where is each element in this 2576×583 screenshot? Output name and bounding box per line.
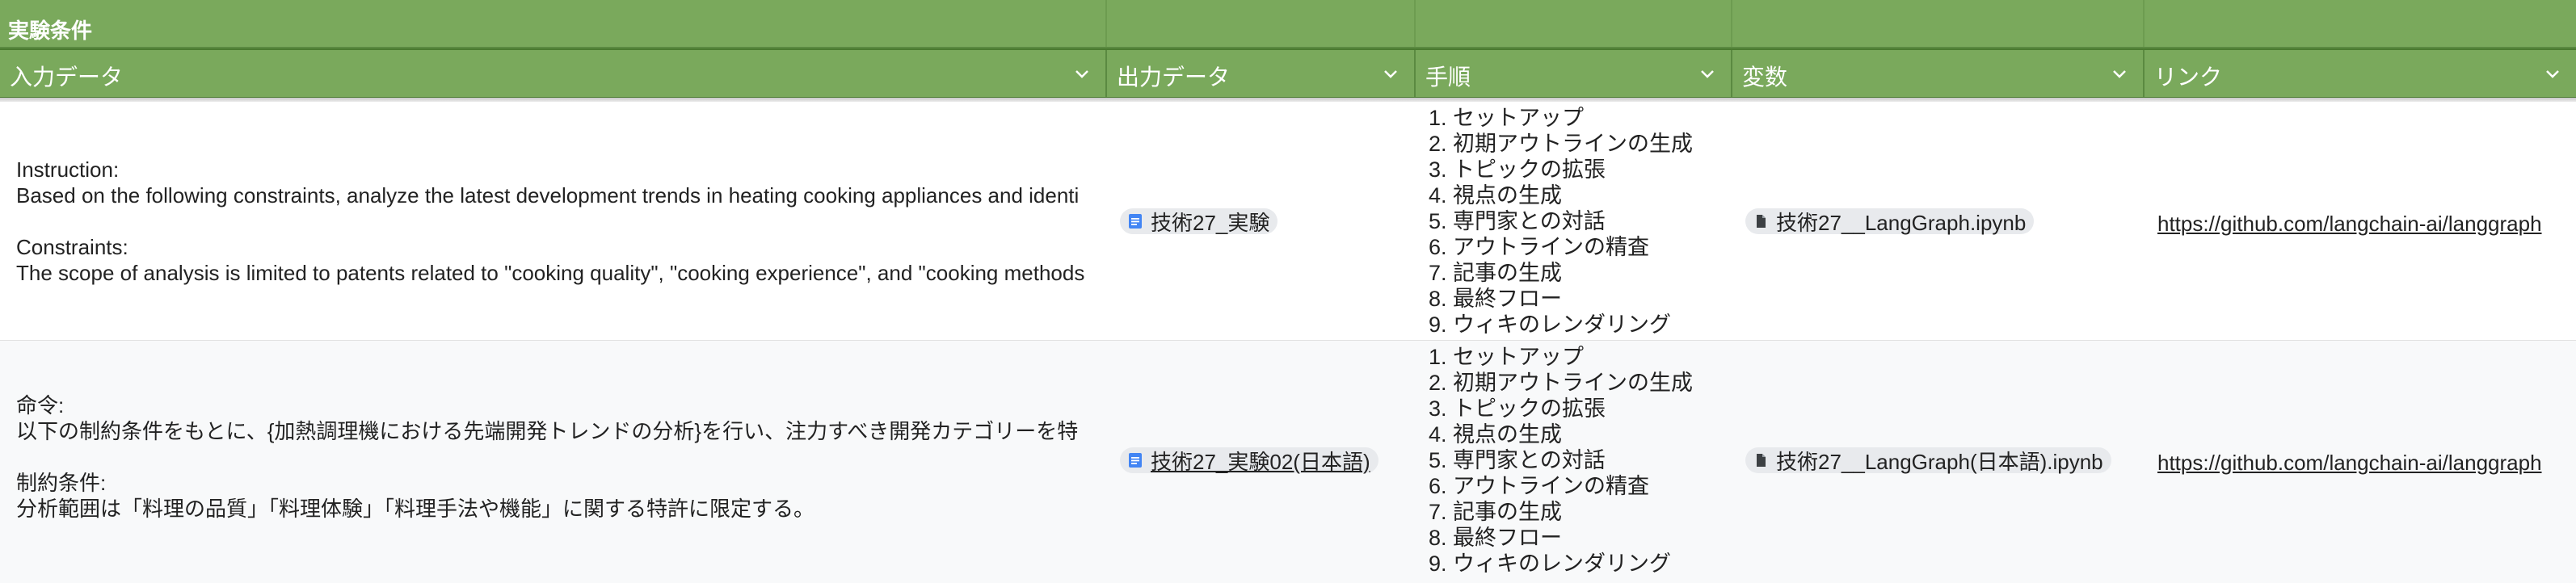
file-icon [1757, 454, 1766, 467]
steps-list: 1. セットアップ 2. 初期アウトラインの生成 3. トピックの拡張 4. 視… [1429, 344, 1693, 577]
steps-list: 1. セットアップ 2. 初期アウトラインの生成 3. トピックの拡張 4. 視… [1429, 105, 1693, 338]
header-label: 変数 [1742, 65, 1788, 90]
header-link[interactable]: リンク [2145, 50, 2576, 97]
variables-file-chip[interactable]: 技術27__LangGraph(日本語).ipynb [1745, 447, 2111, 474]
header-steps[interactable]: 手順 [1416, 50, 1732, 97]
step-item: 7. 記事の生成 [1429, 261, 1563, 285]
table-row: Instruction: Based on the following cons… [0, 102, 2576, 341]
step-item: 5. 専門家との対話 [1429, 209, 1606, 233]
chevron-down-icon[interactable] [2544, 65, 2561, 82]
step-item: 2. 初期アウトラインの生成 [1429, 371, 1694, 395]
step-item: 8. 最終フロー [1429, 287, 1563, 311]
link-cell[interactable]: https://github.com/langchain-ai/langgrap… [2145, 341, 2576, 583]
chevron-down-icon[interactable] [1073, 65, 1091, 82]
step-item: 5. 専門家との対話 [1429, 448, 1606, 472]
file-icon [1757, 215, 1766, 228]
steps-cell[interactable]: 1. セットアップ 2. 初期アウトラインの生成 3. トピックの拡張 4. 視… [1416, 102, 1731, 340]
spreadsheet: 実験条件 入力データ 出力データ 手順 変数 リンク Instruction: … [0, 0, 2576, 583]
step-item: 9. ウィキのレンダリング [1429, 312, 1672, 337]
header-label: 出力データ [1117, 65, 1231, 90]
step-item: 6. アウトラインの精査 [1429, 235, 1650, 259]
chevron-down-icon[interactable] [2111, 65, 2128, 82]
chip-label: 技術27_実験02(日本語) [1151, 449, 1370, 474]
output-file-chip[interactable]: 技術27_実験 [1120, 208, 1278, 235]
step-item: 7. 記事の生成 [1429, 500, 1563, 524]
variables-cell[interactable]: 技術27__LangGraph(日本語).ipynb [1732, 341, 2143, 583]
github-link[interactable]: https://github.com/langchain-ai/langgrap… [2157, 212, 2542, 237]
chip-label: 技術27_実験 [1151, 210, 1270, 235]
output-data-cell[interactable]: 技術27_実験02(日本語) [1107, 341, 1414, 583]
table-title: 実験条件 [8, 19, 93, 43]
title-cell[interactable]: 実験条件 [0, 0, 1107, 47]
title-cell-empty[interactable] [1732, 0, 2145, 47]
title-row: 実験条件 [0, 0, 2576, 48]
chip-label: 技術27__LangGraph.ipynb [1776, 210, 2027, 235]
header-output-data[interactable]: 出力データ [1107, 50, 1416, 97]
column-header-row: 入力データ 出力データ 手順 変数 リンク [0, 48, 2576, 99]
chevron-down-icon[interactable] [1698, 65, 1716, 82]
step-item: 6. アウトラインの精査 [1429, 474, 1650, 498]
input-data-text: Instruction: Based on the following cons… [16, 157, 1085, 285]
input-data-cell[interactable]: Instruction: Based on the following cons… [0, 102, 1105, 340]
header-label: リンク [2154, 65, 2223, 90]
header-label: 手順 [1425, 65, 1471, 90]
variables-cell[interactable]: 技術27__LangGraph.ipynb [1732, 102, 2143, 340]
google-docs-icon [1129, 453, 1142, 468]
github-link[interactable]: https://github.com/langchain-ai/langgrap… [2157, 451, 2542, 476]
step-item: 1. セットアップ [1429, 345, 1585, 369]
input-data-text: 命令: 以下の制約条件をもとに、{加熱調理機における先端開発トレンドの分析}を行… [16, 393, 1079, 521]
title-cell-empty[interactable] [2145, 0, 2576, 47]
header-variables[interactable]: 変数 [1732, 50, 2145, 97]
steps-cell[interactable]: 1. セットアップ 2. 初期アウトラインの生成 3. トピックの拡張 4. 視… [1416, 341, 1731, 583]
chevron-down-icon[interactable] [1382, 65, 1400, 82]
google-docs-icon [1129, 214, 1142, 229]
title-cell-empty[interactable] [1107, 0, 1416, 47]
step-item: 2. 初期アウトラインの生成 [1429, 132, 1694, 156]
variables-file-chip[interactable]: 技術27__LangGraph.ipynb [1745, 208, 2035, 235]
header-label: 入力データ [10, 65, 124, 90]
table-row: 命令: 以下の制約条件をもとに、{加熱調理機における先端開発トレンドの分析}を行… [0, 341, 2576, 583]
input-data-cell[interactable]: 命令: 以下の制約条件をもとに、{加熱調理機における先端開発トレンドの分析}を行… [0, 341, 1105, 583]
output-file-chip[interactable]: 技術27_実験02(日本語) [1120, 447, 1378, 474]
step-item: 4. 視点の生成 [1429, 422, 1563, 447]
step-item: 3. トピックの拡張 [1429, 157, 1606, 182]
step-item: 4. 視点の生成 [1429, 183, 1563, 208]
step-item: 8. 最終フロー [1429, 526, 1563, 550]
chip-label: 技術27__LangGraph(日本語).ipynb [1776, 449, 2103, 474]
link-cell[interactable]: https://github.com/langchain-ai/langgrap… [2145, 102, 2576, 340]
step-item: 9. ウィキのレンダリング [1429, 552, 1672, 576]
step-item: 3. トピックの拡張 [1429, 396, 1606, 421]
output-data-cell[interactable]: 技術27_実験 [1107, 102, 1414, 340]
step-item: 1. セットアップ [1429, 106, 1585, 130]
header-input-data[interactable]: 入力データ [0, 50, 1107, 97]
title-cell-empty[interactable] [1416, 0, 1732, 47]
